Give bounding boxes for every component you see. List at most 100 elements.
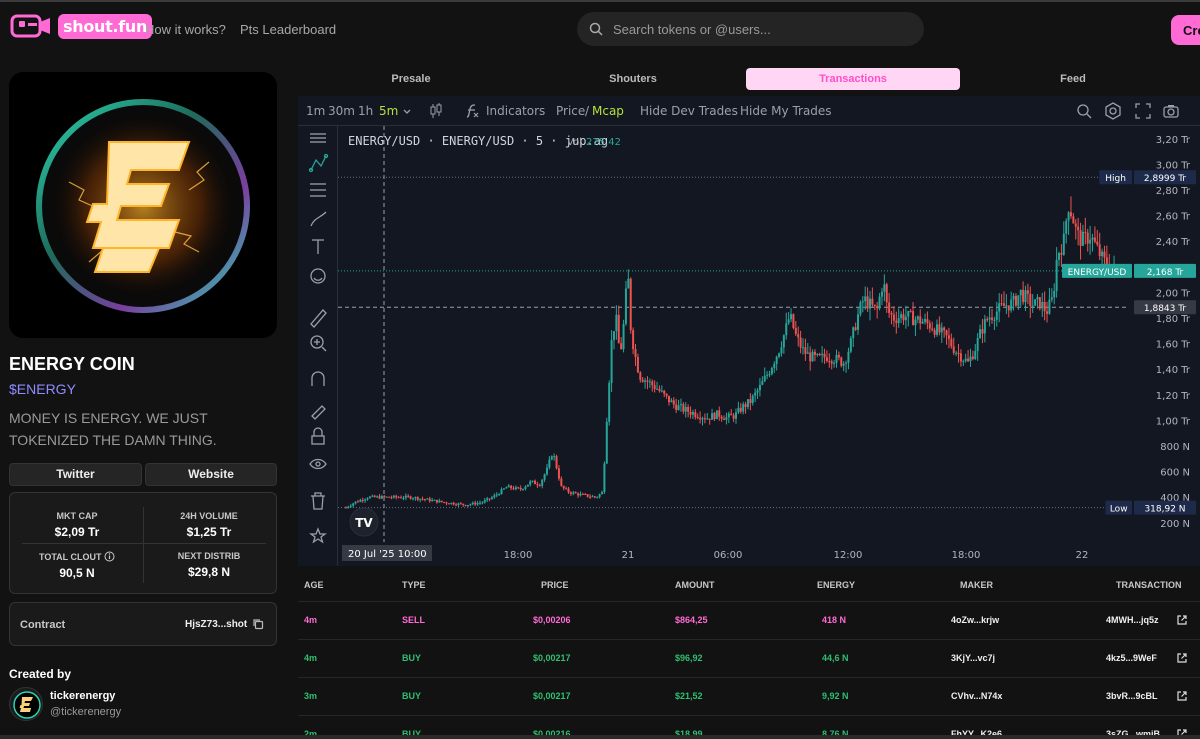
lock-tool-icon[interactable] bbox=[311, 427, 325, 445]
candle-body bbox=[608, 382, 611, 422]
nav-pts-leaderboard[interactable]: Pts Leaderboard bbox=[240, 22, 336, 37]
ruler-tool-icon[interactable] bbox=[310, 309, 327, 328]
hide-my-trades-button[interactable]: Hide My Trades bbox=[740, 104, 832, 118]
cell-energy: 9,92 N bbox=[822, 691, 849, 701]
hide-dev-trades-button[interactable]: Hide Dev Trades bbox=[640, 104, 738, 118]
dropdown-chevron-icon[interactable] bbox=[402, 103, 412, 119]
candle-body bbox=[555, 456, 558, 469]
candle-body bbox=[440, 500, 443, 502]
candle-body bbox=[859, 302, 862, 315]
candle-body bbox=[947, 335, 950, 339]
settings-gear-icon[interactable] bbox=[1104, 102, 1122, 120]
tab-feed[interactable]: Feed bbox=[960, 68, 1186, 90]
brush-tool-icon[interactable] bbox=[310, 211, 327, 227]
text-tool-icon[interactable] bbox=[312, 239, 324, 254]
logo[interactable]: shout.fun bbox=[10, 12, 153, 40]
zoom-fit-icon[interactable] bbox=[1075, 102, 1093, 120]
candle-body bbox=[376, 496, 379, 498]
candle-body bbox=[804, 347, 807, 354]
search-bar[interactable] bbox=[577, 12, 924, 46]
y-tick-label: 2,40 Tr bbox=[1156, 237, 1191, 248]
cell-age: 4m bbox=[304, 615, 318, 625]
tab-presale[interactable]: Presale bbox=[298, 68, 524, 90]
candle-body bbox=[935, 324, 938, 335]
price-toggle[interactable]: Price bbox=[556, 104, 585, 118]
crosshair-tool-icon[interactable] bbox=[310, 133, 326, 143]
y-tick-label: 1,20 Tr bbox=[1156, 391, 1191, 402]
lock-pencil-tool-icon[interactable] bbox=[311, 405, 326, 420]
nav-how-it-works[interactable]: How it works? bbox=[145, 22, 226, 37]
create-button[interactable]: Cre bbox=[1171, 15, 1200, 45]
candle-body bbox=[854, 327, 857, 330]
indicators-button[interactable]: Indicators bbox=[486, 104, 545, 118]
candle-body bbox=[873, 304, 876, 307]
creator-avatar[interactable] bbox=[9, 687, 43, 721]
search-input[interactable] bbox=[613, 21, 903, 37]
candle-body bbox=[871, 298, 874, 305]
candle-body bbox=[378, 496, 381, 499]
trend-line-tool-icon[interactable] bbox=[308, 153, 329, 173]
candle-body bbox=[823, 353, 826, 358]
copy-icon[interactable] bbox=[252, 618, 264, 630]
candlestick-chart[interactable]: ENERGY/USD · ENERGY/USD · 5 · jup.agVol 2… bbox=[338, 126, 1200, 566]
cell-maker[interactable]: 4oZw...krjw bbox=[951, 615, 999, 625]
cell-transaction[interactable]: 4kz5...9WeF bbox=[1106, 653, 1157, 663]
interval-1h[interactable]: 1h bbox=[358, 104, 373, 118]
fullscreen-icon[interactable] bbox=[1134, 102, 1152, 120]
trash-tool-icon[interactable] bbox=[311, 492, 325, 510]
candle-body bbox=[636, 356, 639, 373]
eye-tool-icon[interactable] bbox=[309, 458, 327, 470]
interval-5m[interactable]: 5m bbox=[379, 104, 398, 118]
candle-body bbox=[914, 319, 917, 326]
candle-body bbox=[971, 356, 974, 359]
fib-tool-icon[interactable] bbox=[310, 183, 326, 197]
candle-body bbox=[404, 495, 407, 498]
external-link-icon[interactable] bbox=[1176, 614, 1188, 626]
twitter-button[interactable]: Twitter bbox=[9, 463, 142, 486]
candle-body bbox=[696, 416, 699, 418]
favorite-star-icon[interactable] bbox=[309, 527, 327, 544]
mcap-toggle[interactable]: Mcap bbox=[592, 104, 624, 118]
cell-maker[interactable]: CVhv...N74x bbox=[951, 691, 1002, 701]
candle-body bbox=[909, 311, 912, 313]
token-name: ENERGY COIN bbox=[9, 354, 135, 374]
stat-24h-volume: 24H VOLUME $1,25 Tr bbox=[144, 511, 274, 539]
external-link-icon[interactable] bbox=[1176, 652, 1188, 664]
tradingview-logo-mark: TV bbox=[355, 516, 373, 530]
indicators-icon[interactable] bbox=[464, 103, 480, 119]
stat-label-row: TOTAL CLOUT bbox=[12, 551, 142, 562]
th-transaction: TRANSACTION bbox=[1116, 580, 1182, 590]
cell-transaction[interactable]: 4MWH...jq5z bbox=[1106, 615, 1159, 625]
website-button[interactable]: Website bbox=[145, 463, 277, 486]
zoom-in-tool-icon[interactable] bbox=[310, 335, 327, 352]
candle-body bbox=[706, 418, 709, 420]
cell-transaction[interactable]: 3bvR...9cBL bbox=[1106, 691, 1158, 701]
table-row[interactable]: 4m BUY $0,00217 $96,92 44,6 N 3KjY...vc7j 4kz5… bbox=[298, 639, 1200, 677]
cell-maker[interactable]: 3KjY...vc7j bbox=[951, 653, 995, 663]
candle-body bbox=[620, 343, 623, 350]
tab-transactions[interactable]: Transactions bbox=[746, 68, 960, 90]
candle-body bbox=[505, 487, 508, 489]
candle-body bbox=[986, 319, 989, 321]
candle-body bbox=[926, 319, 929, 324]
candle-body bbox=[976, 338, 979, 351]
creator-handle[interactable]: @tickerenergy bbox=[50, 706, 121, 718]
bottom-scrollbar[interactable] bbox=[0, 735, 1200, 739]
creator-name[interactable]: tickerenergy bbox=[50, 690, 115, 702]
candle-body bbox=[1060, 253, 1063, 255]
token-description: MONEY IS ENERGY. WE JUST TOKENIZED THE D… bbox=[9, 410, 217, 448]
camera-icon[interactable] bbox=[1162, 102, 1180, 120]
interval-30m[interactable]: 30m bbox=[328, 104, 355, 118]
candles-icon[interactable] bbox=[429, 102, 443, 120]
external-link-icon[interactable] bbox=[1176, 690, 1188, 702]
candle-body bbox=[885, 284, 888, 303]
table-row[interactable]: 3m BUY $0,00217 $21,52 9,92 N CVhv...N74x 3bvR… bbox=[298, 677, 1200, 715]
tab-shouters[interactable]: Shouters bbox=[524, 68, 742, 90]
magnet-tool-icon[interactable] bbox=[311, 371, 325, 386]
candle-body bbox=[912, 311, 915, 326]
info-icon[interactable] bbox=[104, 551, 115, 562]
table-row[interactable]: 4m SELL $0,00206 $864,25 418 N 4oZw...krjw 4MW… bbox=[298, 601, 1200, 639]
emoji-tool-icon[interactable] bbox=[310, 268, 326, 284]
candle-body bbox=[459, 503, 462, 505]
interval-1m[interactable]: 1m bbox=[306, 104, 325, 118]
